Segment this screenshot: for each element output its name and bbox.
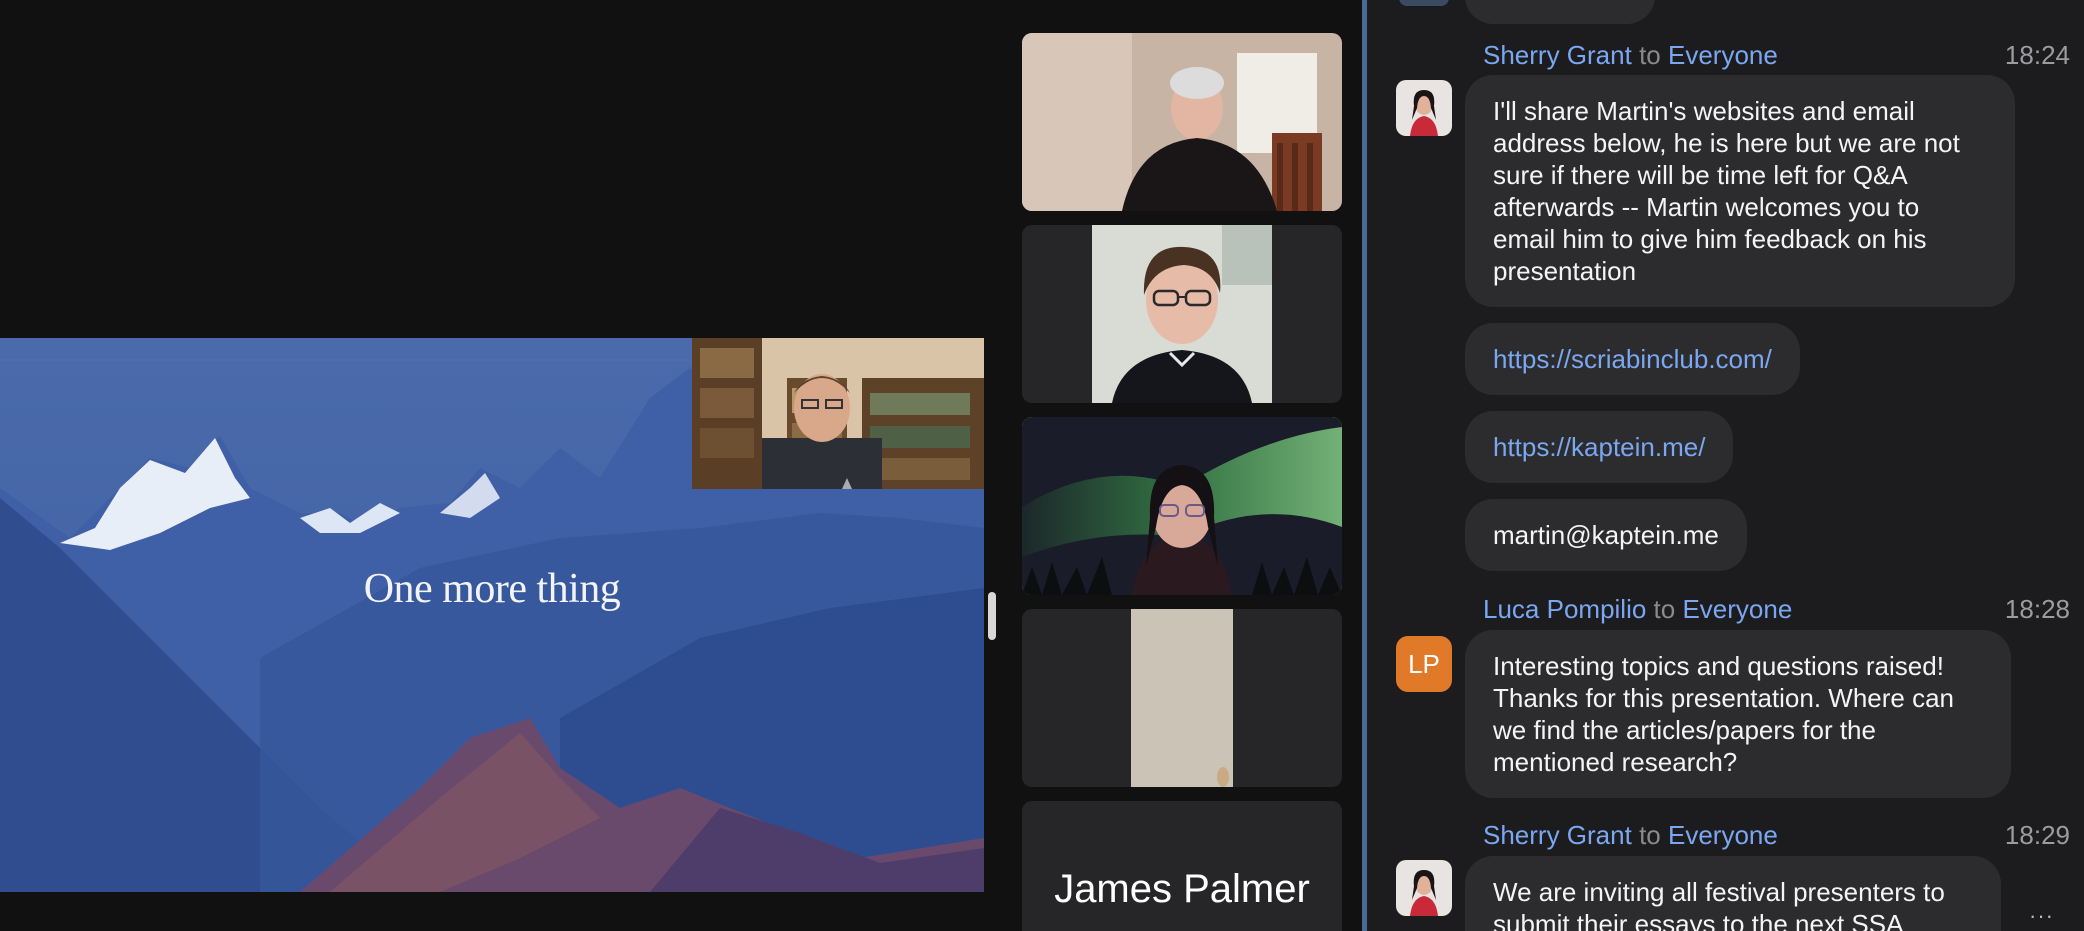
presenter-video-pip[interactable] — [692, 338, 984, 489]
participant-tile[interactable] — [1022, 609, 1342, 787]
avatar-photo — [1396, 80, 1452, 136]
sender-name[interactable]: Luca Pompilio — [1483, 594, 1646, 624]
recipient-name: Everyone — [1682, 594, 1793, 624]
participant-name: James Palmer — [1054, 867, 1310, 911]
avatar — [1396, 860, 1452, 916]
presenter-video-frame — [692, 338, 984, 489]
chat-panel: Sherry Grant to Everyone 18:24 I'll shar… — [1367, 0, 2084, 931]
shared-screen-area: One more thing — [0, 0, 1000, 931]
message-time: 18:28 — [2004, 594, 2070, 624]
participant-gallery: James Palmer — [1022, 0, 1342, 931]
chat-bubble-partial — [1465, 0, 1655, 24]
sender-name[interactable]: Sherry Grant — [1483, 820, 1632, 850]
chat-bubble: We are inviting all festival presenters … — [1465, 856, 2001, 931]
avatar — [1396, 80, 1452, 136]
avatar-partial — [1399, 0, 1449, 6]
split-resize-handle[interactable] — [988, 592, 996, 640]
message-time: 18:29 — [2004, 820, 2070, 850]
participant-video — [1022, 33, 1342, 211]
participant-tile[interactable] — [1022, 33, 1342, 211]
meeting-window: One more thing James Palmer Sherry Grant… — [0, 0, 2084, 931]
participant-tile-name-only[interactable]: James Palmer — [1022, 801, 1342, 931]
message-time: 18:24 — [2004, 40, 2070, 70]
participant-video — [1131, 609, 1233, 787]
recipient-name: Everyone — [1667, 40, 1778, 70]
participant-video — [1022, 417, 1342, 595]
more-options-icon[interactable]: ··· — [2029, 903, 2054, 929]
chat-bubble: I'll share Martin's websites and email a… — [1465, 75, 2015, 307]
chat-bubble: Interesting topics and questions raised!… — [1465, 630, 2011, 798]
chat-link[interactable]: https://scriabinclub.com/ — [1465, 323, 1800, 395]
sender-name[interactable]: Sherry Grant — [1483, 40, 1632, 70]
chat-email[interactable]: martin@kaptein.me — [1465, 499, 1747, 571]
chat-message-header: Sherry Grant to Everyone — [1483, 40, 1778, 70]
avatar-initials: LP — [1396, 636, 1452, 692]
chat-link[interactable]: https://kaptein.me/ — [1465, 411, 1734, 483]
recipient-name: Everyone — [1667, 820, 1778, 850]
participant-tile[interactable] — [1022, 225, 1342, 403]
chat-message-header: Sherry Grant to Everyone — [1483, 820, 1778, 850]
participant-video — [1092, 225, 1272, 403]
chat-message-header: Luca Pompilio to Everyone — [1483, 594, 1793, 624]
participant-tile-active-speaker[interactable] — [1022, 417, 1342, 595]
avatar-photo — [1396, 860, 1452, 916]
